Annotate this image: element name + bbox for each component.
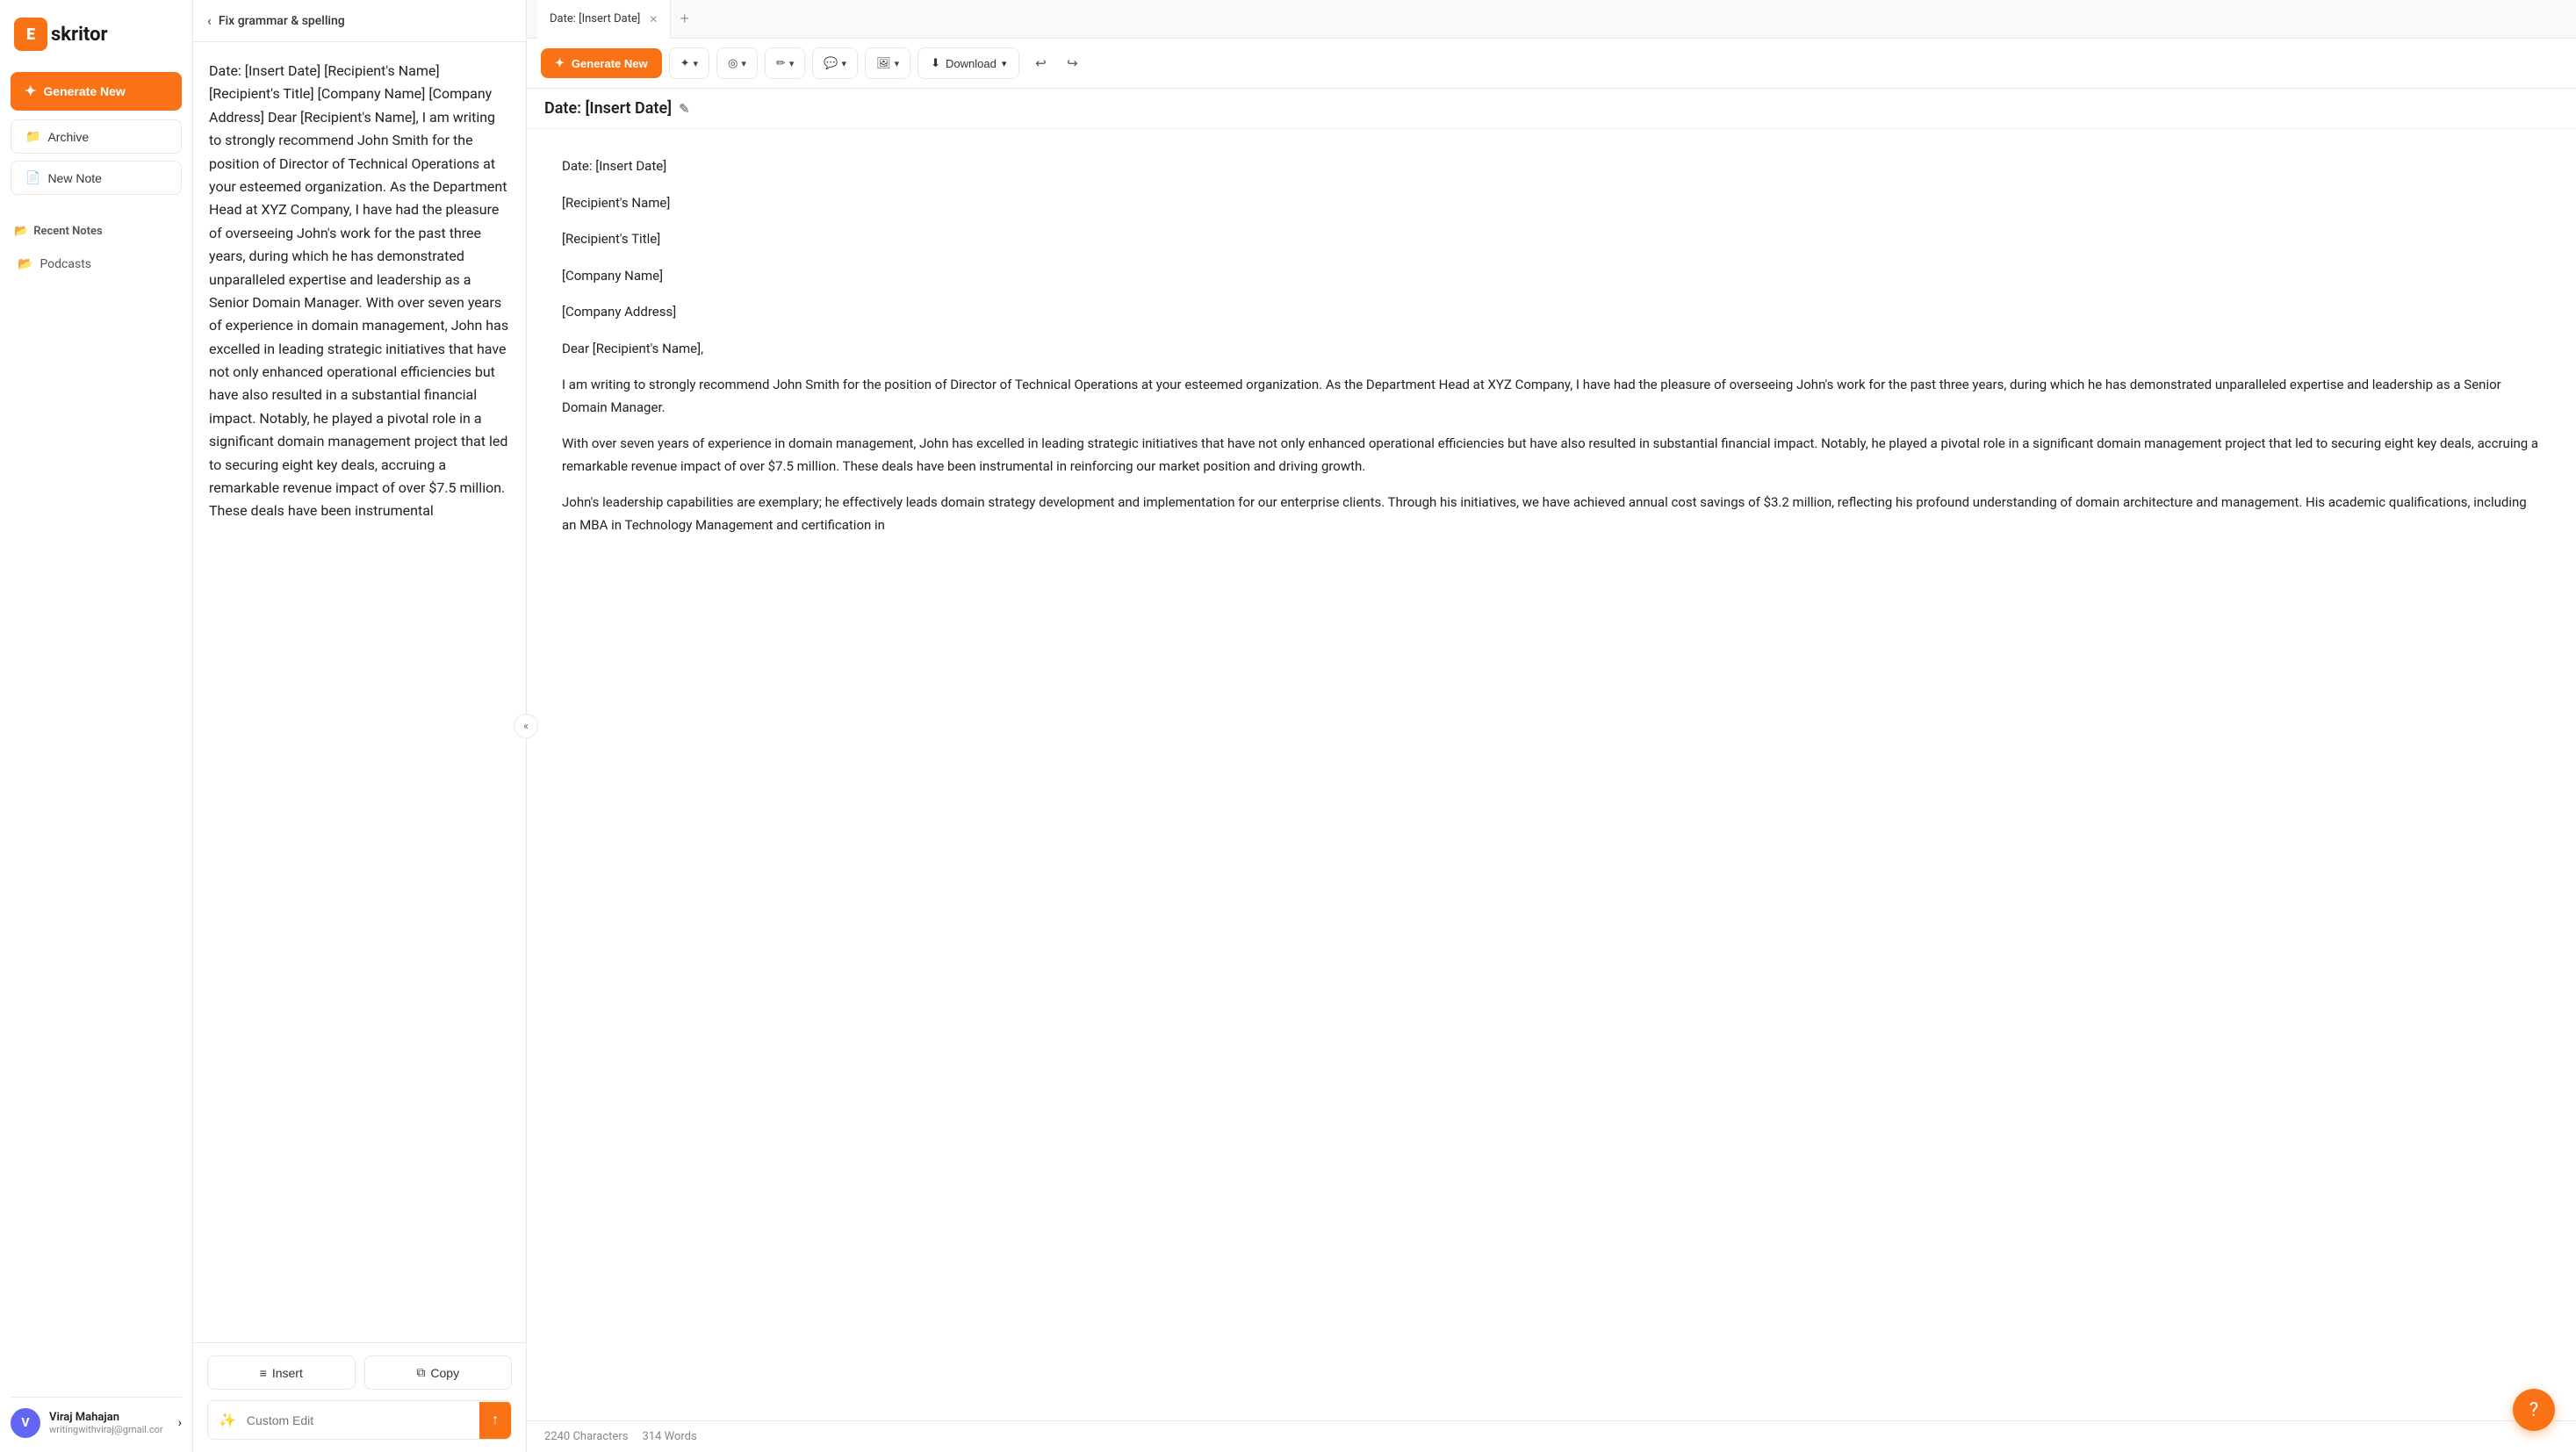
custom-edit-input[interactable] <box>247 1403 479 1438</box>
doc-line3: [Recipient's Title] <box>562 228 2541 251</box>
collapse-panel-button[interactable]: « <box>514 714 538 738</box>
middle-content: Date: [Insert Date] [Recipient's Name] [… <box>193 42 526 1342</box>
generate-new-button[interactable]: ✦ Generate New <box>11 72 182 111</box>
chat-button[interactable]: 💬 ▾ <box>813 47 857 79</box>
eye-chevron-icon: ▾ <box>741 58 746 69</box>
user-name: Viraj Mahajan <box>49 1411 169 1424</box>
image-icon: 🖼 <box>876 56 891 70</box>
right-panel: Date: [Insert Date] ✕ + ✦ Generate New ✦… <box>527 0 2576 1452</box>
user-email: writingwithviraj@gmail.cor <box>49 1424 169 1435</box>
tab-close-icon[interactable]: ✕ <box>649 13 658 25</box>
wand-chevron-icon: ▾ <box>694 58 699 69</box>
doc-line6: Dear [Recipient's Name], <box>562 338 2541 361</box>
new-note-button[interactable]: 📄 New Note <box>11 161 182 195</box>
redo-button[interactable]: ↪ <box>1058 49 1086 77</box>
tab-label: Date: [Insert Date] <box>550 12 640 25</box>
right-footer: 2240 Characters 314 Words <box>527 1420 2576 1452</box>
chat-toolbar-group: 💬 ▾ <box>812 47 858 79</box>
middle-footer: ≡ Insert ⧉ Copy ✨ ↑ <box>193 1342 526 1452</box>
archive-button[interactable]: 📁 Archive <box>11 119 182 154</box>
recent-notes-label: 📂 Recent Notes <box>11 219 182 243</box>
avatar: V <box>11 1408 40 1438</box>
custom-edit-send-button[interactable]: ↑ <box>479 1402 511 1439</box>
pen-toolbar-group: ✏ ▾ <box>765 47 805 79</box>
doc-line1: Date: [Insert Date] <box>562 155 2541 178</box>
user-profile[interactable]: V Viraj Mahajan writingwithviraj@gmail.c… <box>11 1397 182 1438</box>
tab-add-button[interactable]: + <box>671 10 698 28</box>
download-button[interactable]: ⬇ Download ▾ <box>917 47 1019 79</box>
new-note-icon: 📄 <box>25 170 40 185</box>
middle-panel: ‹ Fix grammar & spelling Date: [Insert D… <box>193 0 527 1452</box>
podcasts-icon: 📂 <box>18 257 32 271</box>
download-chevron-icon: ▾ <box>1002 58 1007 69</box>
middle-text: Date: [Insert Date] [Recipient's Name] [… <box>209 60 510 523</box>
tab-insert-date[interactable]: Date: [Insert Date] ✕ <box>537 0 671 39</box>
doc-title: Date: [Insert Date] <box>544 99 672 118</box>
wand-toolbar-group: ✦ ▾ <box>669 47 709 79</box>
chevron-right-icon: › <box>178 1416 182 1430</box>
pen-icon: ✏ <box>776 56 786 70</box>
middle-header-title: Fix grammar & spelling <box>219 14 345 28</box>
logo-icon: E <box>14 18 47 51</box>
user-info: Viraj Mahajan writingwithviraj@gmail.cor <box>49 1411 169 1435</box>
insert-button[interactable]: ≡ Insert <box>207 1355 356 1390</box>
copy-icon: ⧉ <box>416 1365 425 1380</box>
logo-text: skritor <box>51 24 108 46</box>
doc-line4: [Company Name] <box>562 265 2541 288</box>
send-icon: ↑ <box>492 1412 499 1428</box>
eye-toolbar-group: ◎ ▾ <box>716 47 758 79</box>
folder-icon: 📂 <box>14 225 28 238</box>
generate-new-toolbar-button[interactable]: ✦ Generate New <box>541 48 662 78</box>
fab-support-button[interactable]: ? <box>2513 1389 2555 1431</box>
tab-bar: Date: [Insert Date] ✕ + <box>527 0 2576 39</box>
back-arrow-icon[interactable]: ‹ <box>207 12 212 29</box>
recent-notes-section: 📂 Recent Notes <box>11 219 182 250</box>
doc-para3: John's leadership capabilities are exemp… <box>562 492 2541 536</box>
magic-wand-icon: ✨ <box>208 1401 247 1439</box>
logo-area: E skritor <box>11 14 182 54</box>
image-button[interactable]: 🖼 ▾ <box>866 47 910 79</box>
undo-button[interactable]: ↩ <box>1026 49 1054 77</box>
pen-button[interactable]: ✏ ▾ <box>766 47 804 79</box>
insert-icon: ≡ <box>260 1366 267 1380</box>
custom-edit-row: ✨ ↑ <box>207 1400 512 1440</box>
archive-icon: 📁 <box>25 129 40 144</box>
wand-icon: ✦ <box>680 56 690 70</box>
fab-icon: ? <box>2529 1399 2538 1421</box>
star-icon-toolbar: ✦ <box>555 56 565 70</box>
chat-chevron-icon: ▾ <box>842 58 847 69</box>
copy-button[interactable]: ⧉ Copy <box>364 1355 513 1390</box>
middle-header: ‹ Fix grammar & spelling <box>193 0 526 42</box>
image-chevron-icon: ▾ <box>895 58 900 69</box>
eye-icon: ◎ <box>728 56 738 70</box>
doc-para2: With over seven years of experience in d… <box>562 433 2541 478</box>
eye-button[interactable]: ◎ ▾ <box>717 47 757 79</box>
chat-icon: 💬 <box>824 56 838 70</box>
sidebar: E skritor ✦ Generate New 📁 Archive 📄 New… <box>0 0 193 1452</box>
word-count: 314 Words <box>642 1430 696 1443</box>
download-icon: ⬇ <box>931 56 940 70</box>
edit-title-icon[interactable]: ✎ <box>679 101 690 117</box>
pen-chevron-icon: ▾ <box>789 58 795 69</box>
wand-button[interactable]: ✦ ▾ <box>670 47 709 79</box>
right-toolbar: ✦ Generate New ✦ ▾ ◎ ▾ ✏ ▾ 💬 ▾ <box>527 39 2576 89</box>
undo-redo-group: ↩ ↪ <box>1026 49 1086 77</box>
sidebar-item-podcasts[interactable]: 📂 Podcasts <box>11 250 182 278</box>
doc-line5: [Company Address] <box>562 301 2541 324</box>
doc-title-bar: Date: [Insert Date] ✎ <box>527 89 2576 129</box>
action-row: ≡ Insert ⧉ Copy <box>207 1355 512 1390</box>
doc-para1: I am writing to strongly recommend John … <box>562 374 2541 419</box>
doc-content[interactable]: Date: [Insert Date] [Recipient's Name] [… <box>527 129 2576 1420</box>
doc-line2: [Recipient's Name] <box>562 192 2541 215</box>
character-count: 2240 Characters <box>544 1430 628 1443</box>
image-toolbar-group: 🖼 ▾ <box>865 47 910 79</box>
star-icon: ✦ <box>25 83 36 100</box>
